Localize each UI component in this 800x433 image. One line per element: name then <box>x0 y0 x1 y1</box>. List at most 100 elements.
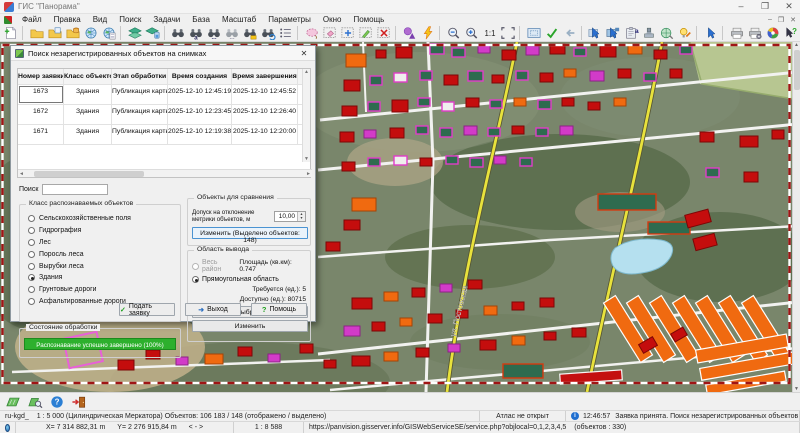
radio-class-2[interactable]: Лес <box>20 237 180 249</box>
column-header[interactable]: Время создания <box>168 69 232 84</box>
map-vertical-scrollbar[interactable]: ▲ ▼ <box>792 42 800 392</box>
radio-dot[interactable] <box>28 238 35 246</box>
menu-item-4[interactable]: Задачи <box>147 15 186 24</box>
table-cell[interactable]: 2025-12-10 12:26:40 <box>232 105 298 124</box>
table-cell[interactable]: Публикация карты <box>112 125 168 144</box>
menu-item-2[interactable]: Вид <box>87 15 113 24</box>
dialog-close-button[interactable]: ✕ <box>297 49 311 58</box>
menu-item-6[interactable]: Масштаб <box>216 15 262 24</box>
radio-class-0[interactable]: Сельскохозяйственные поля <box>20 213 180 225</box>
table-cell[interactable]: Здания <box>64 105 112 124</box>
toolbar-one2one-icon[interactable]: 1:1 <box>481 25 499 41</box>
toolbar-globe-folder-icon[interactable] <box>82 25 100 41</box>
change-area-button[interactable]: Изменить <box>192 320 308 332</box>
minibar-map-green-icon[interactable] <box>3 394 23 410</box>
toolbar-help-cursor-icon[interactable]: ? <box>782 25 800 41</box>
radio-class-5[interactable]: Здания <box>20 272 180 284</box>
view-scale[interactable]: 1 : 8 588 <box>255 424 282 431</box>
column-header[interactable]: Класс объектов <box>64 69 112 84</box>
minibar-exit-door-icon[interactable] <box>69 394 89 410</box>
spinner-down-icon[interactable]: ▼ <box>298 216 305 221</box>
toolbar-clipboard-a-icon[interactable]: a <box>622 25 640 41</box>
toolbar-folder-db-icon[interactable] <box>64 25 82 41</box>
radio-dot[interactable] <box>28 250 35 258</box>
radio-dot[interactable] <box>28 286 35 294</box>
mdi-window-controls[interactable]: – ❐ ✕ <box>768 16 800 24</box>
toolbar-folder-open-icon[interactable] <box>28 25 46 41</box>
menu-item-8[interactable]: Окно <box>317 15 348 24</box>
toolbar-layers-icon[interactable] <box>126 25 144 41</box>
radio-dot[interactable] <box>28 227 35 235</box>
nav-arrows[interactable]: < - > <box>189 424 203 431</box>
toolbar-lasso-icon[interactable] <box>303 25 321 41</box>
table-cell[interactable]: 1671 <box>18 125 64 144</box>
toolbar-bulb-pen-icon[interactable] <box>676 25 694 41</box>
minibar-help-blue-icon[interactable]: ? <box>47 394 67 410</box>
toolbar-binoc-a-icon[interactable]: a <box>187 25 205 41</box>
table-cell[interactable]: 2025-12-10 12:23:45 <box>168 105 232 124</box>
toolbar-printer-gear-icon[interactable] <box>746 25 764 41</box>
toolbar-extent-icon[interactable] <box>499 25 517 41</box>
toolbar-globe-small-icon[interactable] <box>658 25 676 41</box>
menu-item-1[interactable]: Правка <box>48 15 87 24</box>
radio-dot[interactable] <box>28 274 35 282</box>
column-header[interactable]: Этап обработки <box>112 69 168 84</box>
submit-request-button[interactable]: ✓ Подать заявку <box>119 303 175 317</box>
tolerance-value[interactable]: 10,00 <box>275 212 297 221</box>
table-cell[interactable]: Здания <box>64 125 112 144</box>
toolbar-check-icon[interactable] <box>543 25 561 41</box>
tolerance-spinner[interactable]: 10,00 ▲ ▼ <box>274 210 306 222</box>
minimize-button[interactable]: – <box>734 1 748 12</box>
toolbar-shapes-icon[interactable] <box>401 25 419 41</box>
toolbar-binoc-refresh-icon[interactable] <box>259 25 277 41</box>
menu-item-3[interactable]: Поиск <box>113 15 147 24</box>
toolbar-globe-list-icon[interactable] <box>100 25 118 41</box>
toolbar-binoc-dots-icon[interactable]: ... <box>205 25 223 41</box>
requests-table[interactable]: Номер заявкиКласс объектовЭтап обработки… <box>17 68 312 178</box>
table-cell[interactable]: 2025-12-10 12:45:19 <box>168 85 232 104</box>
table-cell[interactable]: 2025-12-10 12:45:52 <box>232 85 298 104</box>
menu-item-0[interactable]: Файл <box>16 15 48 24</box>
table-cell[interactable]: 1672 <box>18 105 64 124</box>
radio-class-6[interactable]: Грунтовые дороги <box>20 284 180 296</box>
table-cell[interactable]: Здания <box>64 85 112 104</box>
toolbar-palette-icon[interactable] <box>764 25 782 41</box>
toolbar-folder-docs-icon[interactable] <box>46 25 64 41</box>
table-horizontal-scrollbar[interactable]: ◄ ► <box>18 169 312 177</box>
toolbar-binoc-icon[interactable] <box>169 25 187 41</box>
toolbar-sel-rect-icon[interactable] <box>586 25 604 41</box>
toolbar-sel-rect-add-icon[interactable] <box>604 25 622 41</box>
scroll-up-icon[interactable]: ▲ <box>794 42 799 48</box>
toolbar-zoom-out-icon[interactable] <box>445 25 463 41</box>
table-row[interactable]: 1671 Здания Публикация карты 2025-12-10 12:… <box>18 125 310 145</box>
radio-class-4[interactable]: Вырубки леса <box>20 260 180 272</box>
table-cell[interactable]: Публикация карты <box>112 105 168 124</box>
radio-class-3[interactable]: Поросль леса <box>20 248 180 260</box>
toolbar-binoc-area-icon[interactable] <box>241 25 259 41</box>
toolbar-printer-icon[interactable] <box>728 25 746 41</box>
toolbar-arrow-back-icon[interactable] <box>561 25 579 41</box>
menu-item-9[interactable]: Помощь <box>347 15 390 24</box>
toolbar-zoom-in-icon[interactable] <box>463 25 481 41</box>
radio-whole-district[interactable] <box>192 262 199 270</box>
toolbar-eraser-icon[interactable] <box>321 25 339 41</box>
menu-item-5[interactable]: База <box>186 15 216 24</box>
column-header[interactable]: Номер заявки <box>18 69 64 84</box>
maximize-button[interactable]: ❐ <box>758 1 772 12</box>
toolbar-x-red-icon[interactable] <box>375 25 393 41</box>
toolbar-stamp-icon[interactable] <box>640 25 658 41</box>
toolbar-bolt-icon[interactable] <box>419 25 437 41</box>
table-cell[interactable]: Публикация карты <box>112 85 168 104</box>
radio-dot[interactable] <box>28 262 35 270</box>
table-cell[interactable]: 1673 <box>18 85 64 104</box>
change-selected-button[interactable]: Изменить (Выделено объектов: 148) <box>192 227 308 244</box>
toolbar-cursor-icon[interactable] <box>702 25 720 41</box>
table-cell[interactable]: 2025-12-10 12:19:38 <box>168 125 232 144</box>
radio-rect-area[interactable] <box>192 276 199 283</box>
dialog-title-bar[interactable]: Поиск незарегистрированных объектов на с… <box>11 46 315 61</box>
menu-item-7[interactable]: Параметры <box>262 15 317 24</box>
table-vertical-scrollbar[interactable]: ▲ ▼ <box>302 69 310 162</box>
close-button[interactable]: ✕ <box>782 1 796 12</box>
help-button[interactable]: ? Помощь <box>251 303 307 316</box>
exit-button[interactable]: ➜ Выход <box>185 303 241 316</box>
